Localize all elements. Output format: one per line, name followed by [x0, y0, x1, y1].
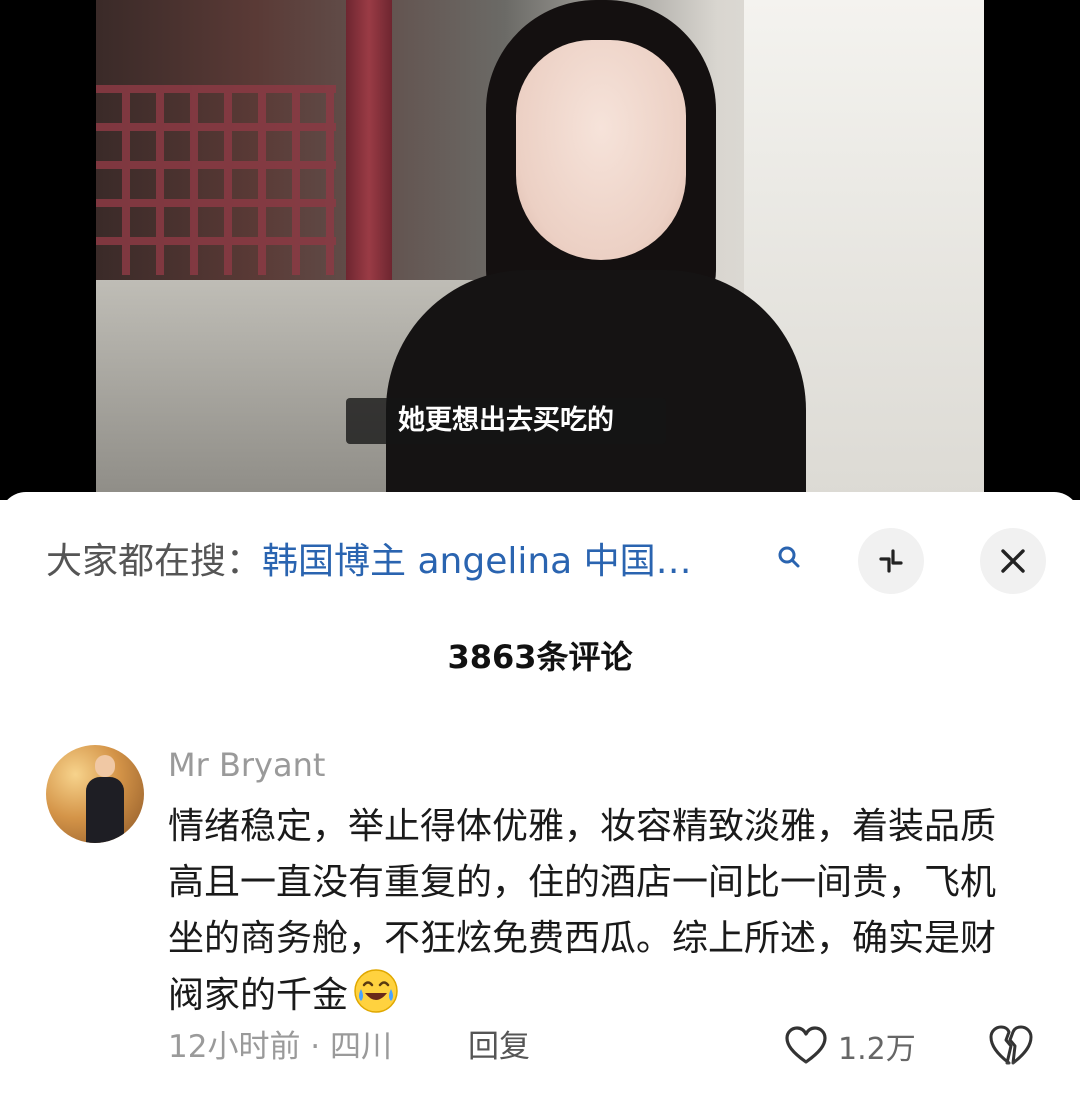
comment-sheet: 大家都在搜：韩国博主 angelina 中国… 3863条评论 Mr Bryan…	[0, 492, 1080, 1101]
video-subtitle: 她更想出去买吃的	[346, 398, 666, 444]
comment-count: 3863条评论	[447, 638, 633, 676]
video-person-body	[386, 270, 806, 500]
comment-item: Mr Bryant 情绪稳定，举止得体优雅，妆容精致淡雅，着装品质高且一直没有重…	[0, 737, 1080, 1097]
video-scene-railing	[96, 85, 336, 275]
search-icon[interactable]	[776, 544, 802, 570]
trending-search-row[interactable]: 大家都在搜：韩国博主 angelina 中国…	[46, 532, 806, 592]
video-player[interactable]: 她更想出去买吃的	[0, 0, 1080, 500]
video-person-face	[516, 40, 686, 260]
trending-search-prefix: 大家都在搜：	[46, 541, 263, 582]
laughing-tears-icon	[354, 969, 398, 1013]
bottom-fade	[0, 1060, 1080, 1101]
comment-body: 情绪稳定，举止得体优雅，妆容精致淡雅，着装品质高且一直没有重复的，住的酒店一间比…	[168, 806, 997, 1016]
trending-search-term[interactable]: 韩国博主 angelina 中国…	[262, 541, 692, 582]
close-button[interactable]	[980, 528, 1046, 594]
avatar[interactable]	[46, 745, 144, 843]
comment-text: 情绪稳定，举止得体优雅，妆容精致淡雅，着装品质高且一直没有重复的，住的酒店一间比…	[168, 799, 1018, 1024]
avatar-person	[86, 755, 124, 843]
collapse-button[interactable]	[858, 528, 924, 594]
close-icon	[1001, 549, 1025, 573]
avatar-person-head	[95, 755, 115, 777]
comment-author[interactable]: Mr Bryant	[168, 745, 325, 785]
avatar-person-suit	[86, 777, 124, 843]
collapse-arrows-icon	[879, 549, 903, 573]
